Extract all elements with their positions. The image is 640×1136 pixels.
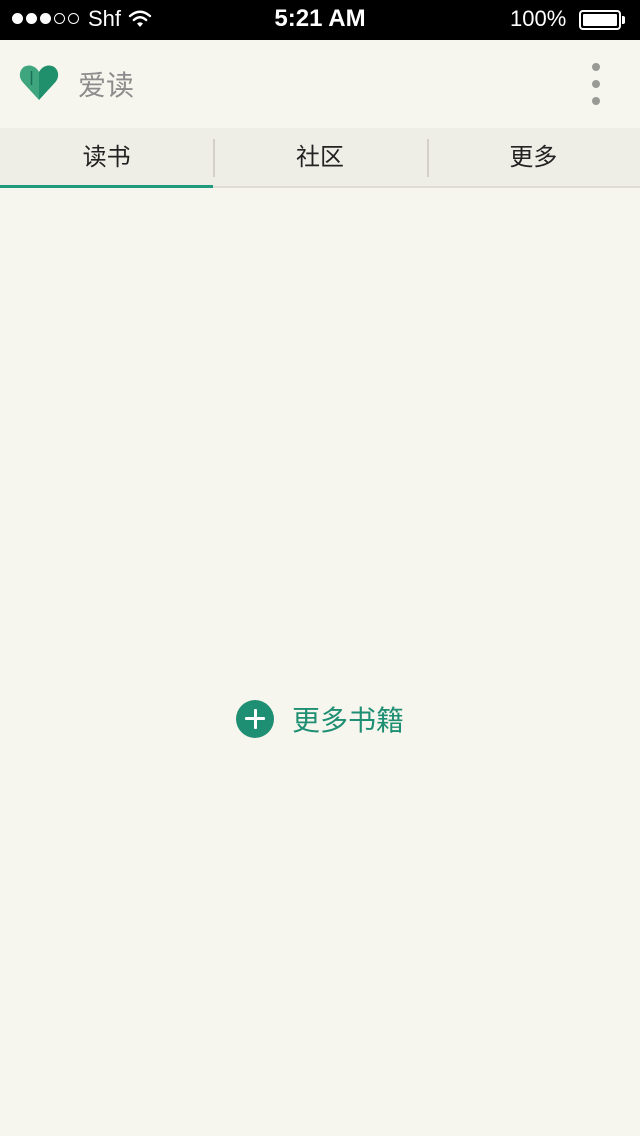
app-title: 爱读 xyxy=(78,69,135,102)
add-more-books-button[interactable]: 更多书籍 xyxy=(236,699,404,739)
battery-icon xyxy=(579,10,621,30)
more-vertical-icon[interactable] xyxy=(582,56,610,112)
plus-circle-icon xyxy=(236,700,274,738)
battery-percent: 100% xyxy=(510,6,567,31)
tab-community[interactable]: 社区 xyxy=(213,128,426,186)
add-more-books-label: 更多书籍 xyxy=(292,704,405,737)
app-bar: 爱读 xyxy=(0,40,640,128)
tab-bar: 读书 社区 更多 xyxy=(0,128,640,188)
tab-reading[interactable]: 读书 xyxy=(0,128,214,188)
heart-book-icon xyxy=(19,65,59,100)
tab-more[interactable]: 更多 xyxy=(426,128,640,186)
battery-tip xyxy=(622,16,625,24)
status-bar: Shf 5:21 AM 100% xyxy=(0,0,640,40)
